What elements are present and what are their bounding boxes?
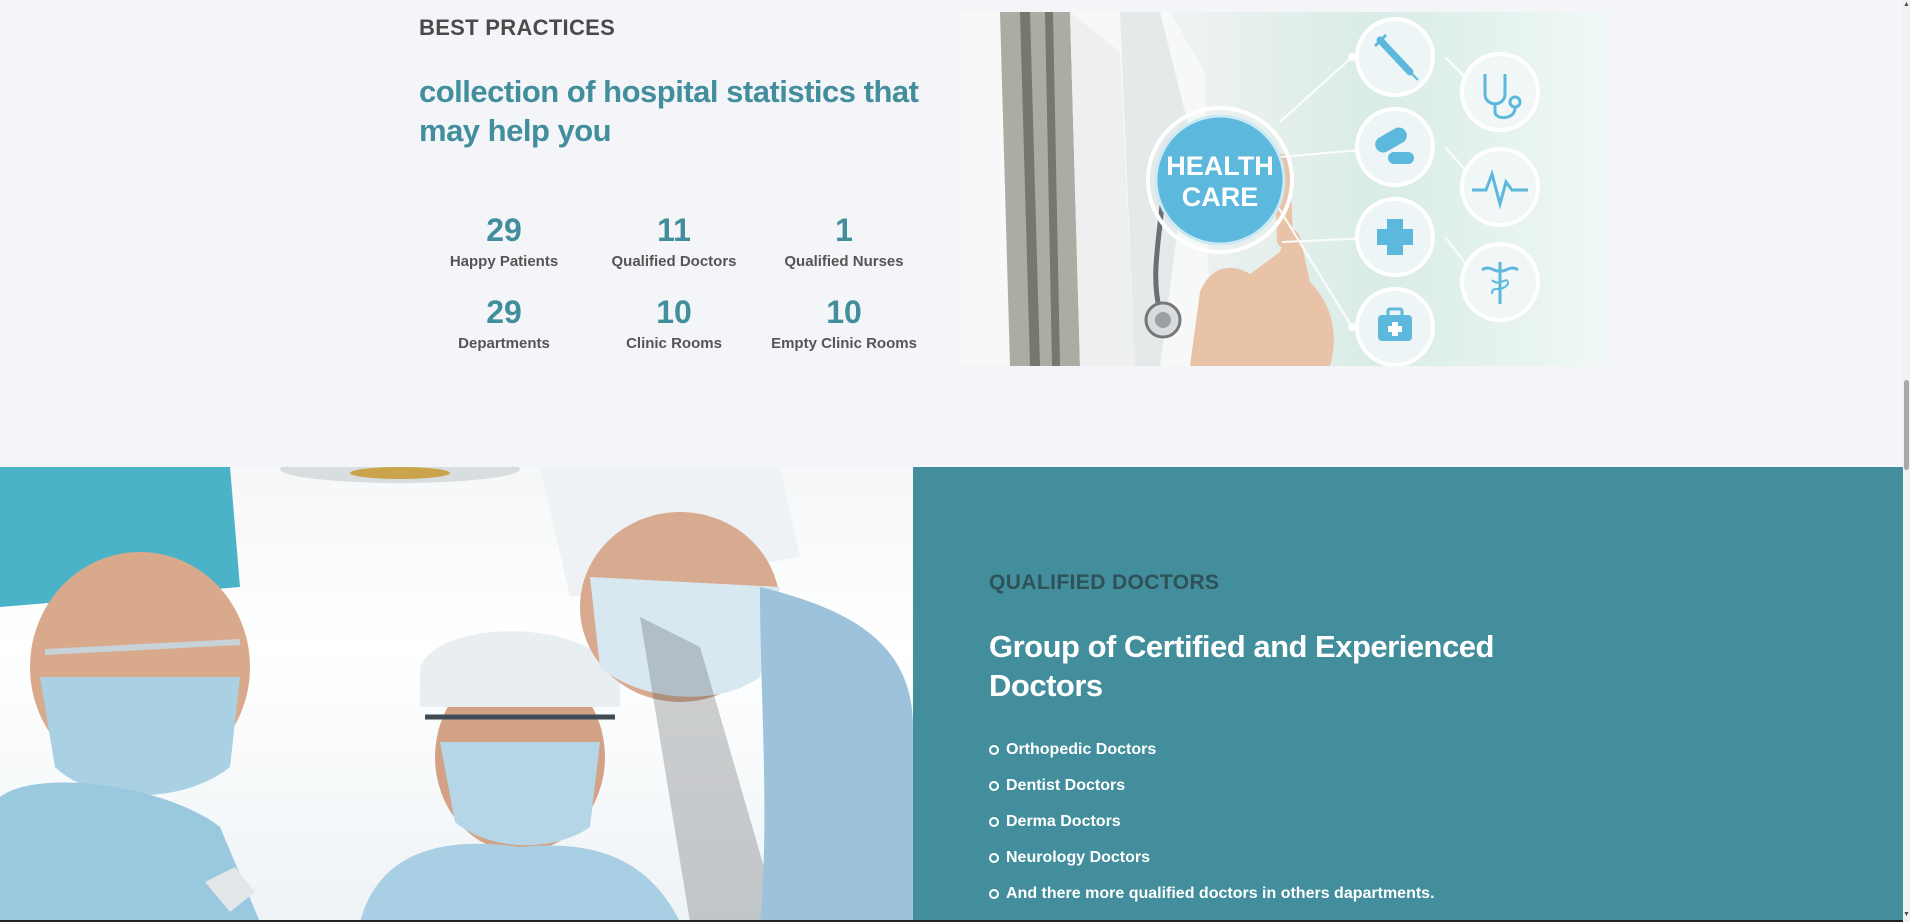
stat-label: Qualified Doctors [611, 253, 737, 270]
stat-qualified-doctors: 11 Qualified Doctors [589, 210, 759, 270]
surgery-photo [0, 467, 913, 922]
page: BEST PRACTICES collection of hospital st… [0, 0, 1903, 922]
list-item: And there more qualified doctors in othe… [989, 876, 1435, 912]
list-item: Dentist Doctors [989, 768, 1435, 804]
circle-bullet-icon [989, 817, 999, 827]
stat-value: 11 [657, 212, 691, 248]
pills-icon [1355, 107, 1435, 187]
list-item-text: And there more qualified doctors in othe… [1006, 885, 1435, 902]
scroll-up-arrow-icon[interactable]: ▲ [1903, 0, 1910, 10]
stat-label: Happy Patients [449, 253, 559, 270]
stat-qualified-nurses: 1 Qualified Nurses [759, 210, 929, 270]
badge-line-2: CARE [1182, 182, 1259, 212]
list-item-text: Derma Doctors [1006, 813, 1121, 830]
statistics-section: BEST PRACTICES collection of hospital st… [0, 0, 1903, 467]
first-aid-kit-icon [1355, 287, 1435, 366]
circle-bullet-icon [989, 781, 999, 791]
health-care-badge: HEALTH CARE [1146, 106, 1294, 254]
stat-value: 29 [486, 212, 522, 248]
list-item-text: Dentist Doctors [1006, 777, 1126, 794]
doctors-panel: QUALIFIED DOCTORS Group of Certified and… [913, 467, 1903, 922]
stat-empty-clinic-rooms: 10 Empty Clinic Rooms [759, 292, 929, 352]
list-item: Neurology Doctors [989, 840, 1435, 876]
stat-label: Empty Clinic Rooms [771, 335, 917, 352]
heartbeat-icon [1460, 147, 1540, 227]
doctors-list: Orthopedic Doctors Dentist Doctors Derma… [989, 732, 1435, 912]
circle-bullet-icon [989, 853, 999, 863]
syringe-icon [1355, 17, 1435, 97]
health-care-image: HEALTH CARE [960, 12, 1606, 366]
stats-grid: 29 Happy Patients 11 Qualified Doctors 1… [419, 210, 929, 352]
circle-bullet-icon [989, 745, 999, 755]
list-item: Orthopedic Doctors [989, 732, 1435, 768]
vertical-scrollbar[interactable]: ▲ ▼ [1903, 0, 1910, 922]
stat-value: 10 [826, 294, 862, 330]
circle-bullet-icon [989, 889, 999, 899]
badge-line-1: HEALTH [1166, 151, 1274, 181]
section-headline: collection of hospital statistics that m… [419, 74, 919, 148]
stat-label: Qualified Nurses [784, 253, 904, 270]
doctors-section: QUALIFIED DOCTORS Group of Certified and… [0, 467, 1903, 922]
scroll-down-arrow-icon[interactable]: ▼ [1903, 910, 1910, 920]
stat-departments: 29 Departments [419, 292, 589, 352]
doctors-headline: Group of Certified and Experienced Docto… [989, 629, 1494, 703]
stat-label: Clinic Rooms [626, 335, 722, 352]
stethoscope-icon [1460, 52, 1540, 132]
scrollbar-thumb[interactable] [1904, 380, 1909, 470]
list-item: Derma Doctors [989, 804, 1435, 840]
stat-value: 1 [835, 212, 853, 248]
caduceus-icon [1460, 242, 1540, 322]
list-item-text: Orthopedic Doctors [1006, 741, 1157, 758]
stat-label: Departments [458, 335, 550, 352]
stat-clinic-rooms: 10 Clinic Rooms [589, 292, 759, 352]
stat-value: 29 [486, 294, 522, 330]
stat-value: 10 [656, 294, 692, 330]
doctors-eyebrow: QUALIFIED DOCTORS [989, 571, 1220, 594]
section-eyebrow: BEST PRACTICES [419, 15, 616, 40]
medical-cross-icon [1355, 197, 1435, 277]
list-item-text: Neurology Doctors [1006, 849, 1151, 866]
stat-happy-patients: 29 Happy Patients [419, 210, 589, 270]
